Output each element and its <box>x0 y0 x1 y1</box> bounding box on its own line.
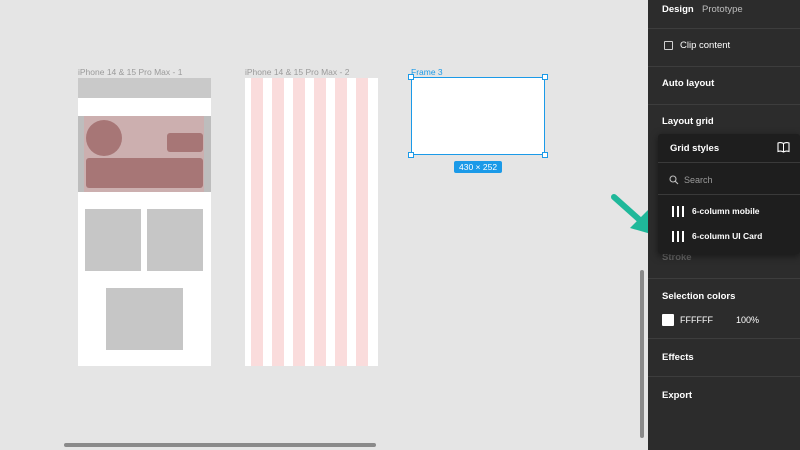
frame-2-label[interactable]: iPhone 14 & 15 Pro Max - 2 <box>245 67 349 77</box>
grid-style-item-6-column-ui-card[interactable]: 6-column UI Card <box>658 227 800 247</box>
selection-colors-section: Selection colors <box>648 278 800 338</box>
grid-style-item-6-column-mobile[interactable]: 6-column mobile <box>658 202 800 222</box>
resize-handle-top-right[interactable] <box>542 74 548 80</box>
resize-handle-top-left[interactable] <box>408 74 414 80</box>
image-placeholder <box>106 288 183 350</box>
frame-3-label[interactable]: Frame 3 <box>411 67 443 77</box>
auto-layout-title[interactable]: Auto layout <box>662 78 714 89</box>
grid-styles-search-input[interactable] <box>684 172 792 188</box>
grid-column-overlay <box>272 78 284 366</box>
grid-styles-popup: Grid styles 6-column mobile 6-column UI … <box>658 134 800 254</box>
grid-styles-title: Grid styles <box>670 143 720 154</box>
panel-tabs: Design Prototype <box>648 0 800 22</box>
figma-app: 1200 1000 750 500 250 0 250 430 750 iPho… <box>0 0 800 450</box>
grid-columns-icon <box>672 231 684 242</box>
tab-prototype[interactable]: Prototype <box>702 4 743 15</box>
export-section: Export <box>648 376 800 450</box>
selection-colors-title: Selection colors <box>662 291 736 302</box>
circle-shape <box>86 120 122 156</box>
divider <box>658 194 800 195</box>
clip-content-section: Clip content <box>648 28 800 66</box>
grid-column-overlay <box>314 78 326 366</box>
grid-style-label: 6-column UI Card <box>692 231 763 241</box>
frame-2[interactable] <box>245 78 378 366</box>
auto-layout-section: Auto layout <box>648 66 800 104</box>
card-shape <box>86 158 203 188</box>
image-placeholder <box>85 209 141 271</box>
search-icon <box>669 175 679 185</box>
horizontal-scrollbar[interactable] <box>64 443 376 447</box>
color-hex-value[interactable]: FFFFFF <box>680 315 713 325</box>
resize-handle-bottom-right[interactable] <box>542 152 548 158</box>
pill-shape <box>167 133 203 152</box>
tab-design[interactable]: Design <box>662 4 694 15</box>
color-opacity-value[interactable]: 100% <box>736 315 759 325</box>
grid-style-label: 6-column mobile <box>692 206 760 216</box>
grid-column-overlay <box>356 78 368 366</box>
image-placeholder <box>147 209 203 271</box>
frame-1[interactable] <box>78 78 211 366</box>
clip-content-checkbox[interactable] <box>664 41 673 50</box>
grid-column-overlay <box>293 78 305 366</box>
grid-columns-icon <box>672 206 684 217</box>
clip-content-label[interactable]: Clip content <box>680 40 730 51</box>
grid-column-overlay <box>335 78 347 366</box>
canvas[interactable]: iPhone 14 & 15 Pro Max - 1 iPhone 14 & 1… <box>0 0 658 447</box>
layout-grid-title[interactable]: Layout grid <box>662 116 714 127</box>
color-swatch[interactable] <box>662 314 674 326</box>
effects-section: Effects <box>648 338 800 376</box>
resize-handle-bottom-left[interactable] <box>408 152 414 158</box>
effects-title[interactable]: Effects <box>662 352 694 363</box>
vertical-scrollbar[interactable] <box>640 270 644 438</box>
divider <box>658 162 800 163</box>
library-book-icon[interactable] <box>777 141 790 153</box>
grid-column-overlay <box>251 78 263 366</box>
header-placeholder <box>78 78 211 98</box>
dimension-badge: 430 × 252 <box>454 161 503 173</box>
frame-1-label[interactable]: iPhone 14 & 15 Pro Max - 1 <box>78 67 182 77</box>
export-title[interactable]: Export <box>662 390 692 401</box>
frame-3-selected[interactable] <box>411 77 545 155</box>
